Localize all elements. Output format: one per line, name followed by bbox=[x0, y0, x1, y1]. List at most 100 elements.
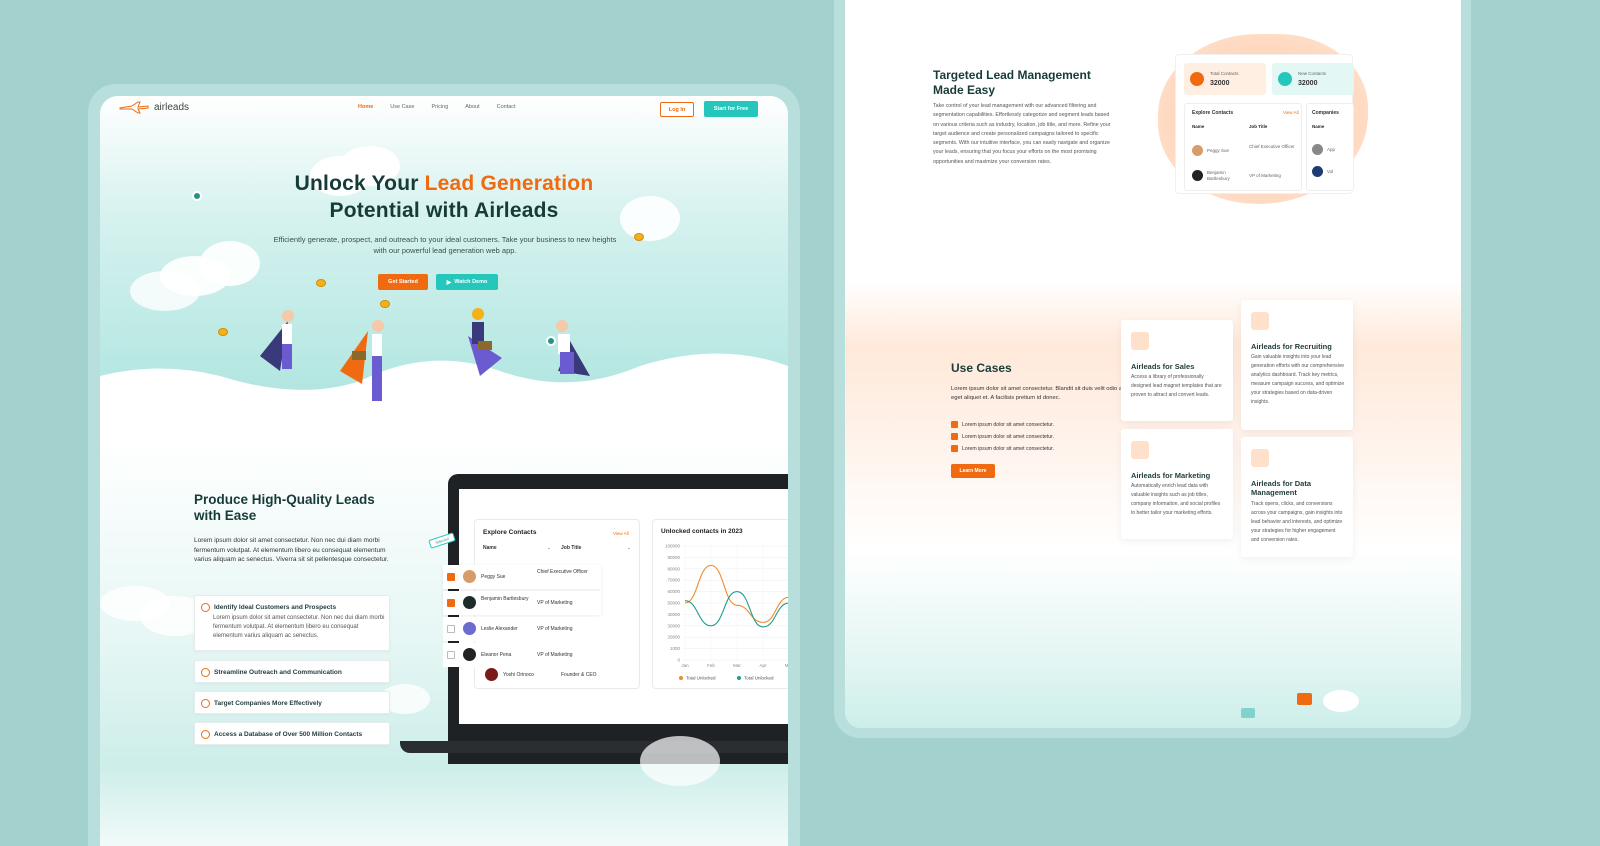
selected-contacts-list: Peggy Sue Chief Executive Officer Benjam… bbox=[443, 565, 601, 669]
apple-logo-icon bbox=[1312, 144, 1323, 155]
card-title: Explore Contacts bbox=[483, 529, 537, 536]
targeted-title: Targeted Lead Management Made Easy bbox=[933, 68, 1091, 97]
y-tick-label: 30000 bbox=[667, 623, 680, 628]
col-job-header[interactable]: Job Title bbox=[1249, 124, 1267, 129]
usecase-card-marketing[interactable]: Airleads for Marketing Automatically enr… bbox=[1121, 429, 1233, 539]
feature-card-outreach[interactable]: Streamline Outreach and Communication bbox=[194, 660, 390, 683]
view-all-link[interactable]: View All bbox=[1283, 110, 1299, 115]
contact-job: Chief Executive Officer bbox=[1249, 144, 1295, 149]
target-users-icon bbox=[201, 603, 210, 612]
unlocked-contacts-chart-card: Unlocked contacts in 2023 100000 90000 800… bbox=[652, 519, 788, 689]
laptop-base bbox=[400, 741, 788, 753]
table-row[interactable]: Leslie Alexander VP of Marketing bbox=[443, 617, 601, 641]
contact-name: Eleanor Pena bbox=[481, 652, 512, 658]
hero-subtitle: Efficiently generate, prospect, and outr… bbox=[273, 235, 617, 255]
coin-icon bbox=[218, 328, 228, 336]
user-pin-icon bbox=[192, 191, 202, 201]
contact-job: VP of Marketing bbox=[537, 600, 573, 606]
coin-icon bbox=[316, 279, 326, 287]
contact-name: Peggy Sue bbox=[1207, 148, 1230, 153]
chart-icon bbox=[1131, 332, 1149, 350]
view-all-link[interactable]: View All bbox=[613, 531, 629, 536]
x-tick-label: Mar bbox=[733, 663, 741, 668]
chevron-down-icon[interactable]: ⌄ bbox=[547, 545, 551, 551]
y-tick-label: 60000 bbox=[667, 589, 680, 594]
hero-title-highlight: Lead Generation bbox=[424, 172, 594, 195]
nav-about[interactable]: About bbox=[465, 104, 479, 110]
feature-card-target[interactable]: Target Companies More Effectively bbox=[194, 691, 390, 714]
y-tick-label: 100000 bbox=[665, 544, 681, 549]
usecase-card-data[interactable]: Airleads for Data Management Track opens… bbox=[1241, 437, 1353, 557]
database-icon bbox=[201, 730, 210, 739]
get-started-button[interactable]: Get Started bbox=[378, 274, 428, 290]
table-row[interactable]: Benjamin Bartlesbury VP of Marketing bbox=[443, 591, 601, 615]
feature-title: Identify Ideal Customers and Prospects bbox=[214, 604, 337, 611]
brand-name: airleads bbox=[154, 101, 190, 113]
check-icon bbox=[951, 421, 958, 428]
checkbox[interactable] bbox=[447, 651, 455, 659]
nav-use-case[interactable]: Use Case bbox=[390, 104, 414, 110]
building-icon bbox=[201, 699, 210, 708]
dashboard-preview: Total Contacts 32000 New Contacts 32000 … bbox=[1175, 54, 1354, 194]
feature-card-identify[interactable]: Identify Ideal Customers and Prospects L… bbox=[194, 595, 390, 651]
table-row[interactable]: Eleanor Pena VP of Marketing bbox=[443, 643, 601, 667]
login-button[interactable]: Log In bbox=[660, 102, 694, 117]
watch-demo-button[interactable]: ▶ Watch Demo bbox=[436, 274, 498, 290]
checkbox-checked[interactable] bbox=[447, 573, 455, 581]
col-name-header[interactable]: Name bbox=[1312, 124, 1324, 129]
y-tick-label: 70000 bbox=[667, 578, 680, 583]
contact-name: Leslie Alexander bbox=[481, 626, 518, 632]
chat-bubble-icon bbox=[1241, 708, 1255, 718]
col-job-header[interactable]: Job Title bbox=[561, 545, 581, 551]
cloud bbox=[130, 271, 200, 311]
landing-page-left: airleads Home Use Case Pricing About Con… bbox=[100, 96, 788, 846]
target-icon bbox=[201, 668, 210, 677]
start-free-button[interactable]: Start for Free bbox=[704, 101, 758, 117]
col-name-header[interactable]: Name bbox=[1192, 124, 1204, 129]
y-tick-label: 0 bbox=[677, 658, 680, 663]
checkbox[interactable] bbox=[447, 625, 455, 633]
chat-bubble-icon bbox=[1297, 693, 1312, 705]
usecase-title: Airleads for Data Management bbox=[1251, 479, 1312, 497]
database-icon bbox=[1251, 449, 1269, 467]
airplane-logo-icon bbox=[119, 101, 149, 114]
avatar bbox=[463, 570, 476, 583]
usecase-card-recruiting[interactable]: Airleads for Recruiting Gain valuable in… bbox=[1241, 300, 1353, 430]
nav-contact[interactable]: Contact bbox=[497, 104, 516, 110]
learn-more-button[interactable]: Learn More bbox=[951, 464, 995, 478]
nav-pricing[interactable]: Pricing bbox=[431, 104, 448, 110]
check-item: Lorem ipsum dolor sit amet consectetur. bbox=[962, 422, 1054, 428]
col-name-header[interactable]: Name bbox=[483, 545, 497, 551]
y-tick-label: 1000 bbox=[670, 646, 681, 651]
brand-logo[interactable]: airleads bbox=[118, 100, 189, 114]
contact-job: Founder & CEO bbox=[561, 672, 597, 678]
cloud bbox=[640, 736, 720, 786]
table-row[interactable]: Peggy Sue Chief Executive Officer bbox=[443, 565, 601, 589]
nav-home[interactable]: Home bbox=[358, 104, 373, 110]
stat-value: 32000 bbox=[1298, 80, 1318, 87]
explore-contacts-mini: Explore Contacts View All Name Job Title… bbox=[1184, 103, 1302, 191]
contact-name: Peggy Sue bbox=[481, 574, 506, 580]
series-line bbox=[684, 591, 788, 628]
contact-job: VP of Marketing bbox=[1249, 173, 1281, 178]
checkbox-checked[interactable] bbox=[447, 599, 455, 607]
avatar bbox=[1192, 170, 1203, 181]
total-contacts-stat: Total Contacts 32000 bbox=[1184, 63, 1266, 95]
hero-title-part: Unlock Your bbox=[294, 172, 425, 195]
main-nav: Home Use Case Pricing About Contact bbox=[358, 104, 516, 110]
y-tick-label: 20000 bbox=[667, 635, 680, 640]
coin-icon bbox=[634, 233, 644, 241]
superheroes-illustration bbox=[260, 308, 590, 401]
legend-label: Total Unlocked bbox=[686, 676, 716, 681]
usecase-desc: Gain valuable insights into your lead ge… bbox=[1251, 354, 1345, 405]
contact-job: VP of Marketing bbox=[537, 652, 573, 658]
hero-title-line-1: Unlock Your Lead Generation bbox=[100, 172, 788, 196]
y-tick-label: 90000 bbox=[667, 555, 680, 560]
stat-label: New Contacts bbox=[1298, 71, 1327, 76]
line-chart: 100000 90000 80000 70000 60000 50000 40000 3000… bbox=[665, 544, 788, 681]
chevron-down-icon[interactable]: ⌄ bbox=[627, 545, 631, 551]
quality-title: Produce High-Quality Leads with Ease bbox=[194, 492, 375, 523]
usecase-card-sales[interactable]: Airleads for Sales Access a library of p… bbox=[1121, 320, 1233, 421]
stat-label: Total Contacts bbox=[1210, 71, 1239, 76]
feature-card-database[interactable]: Access a Database of Over 500 Million Co… bbox=[194, 722, 390, 745]
